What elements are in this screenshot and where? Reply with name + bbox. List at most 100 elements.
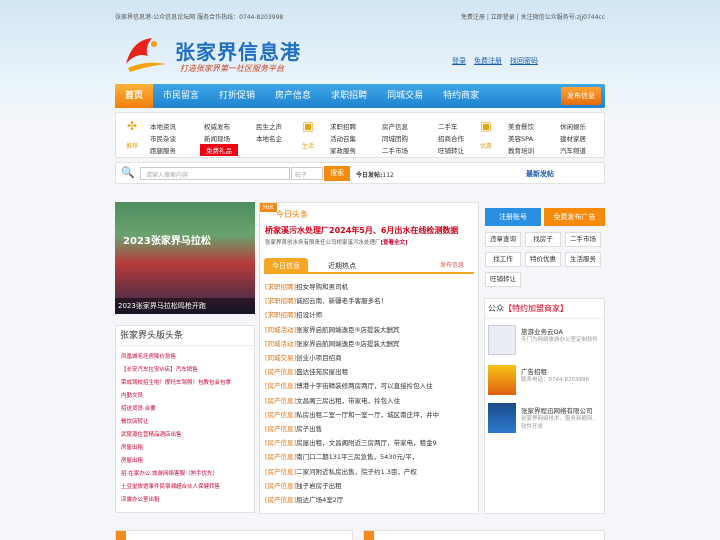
headline-link[interactable]: 房屋出租 [121, 443, 143, 451]
news-tag[interactable]: [房产信息] [265, 482, 296, 490]
quick-link[interactable]: 找工作 [485, 252, 521, 267]
news-text[interactable]: 私房出租二室一厅和一室一厅，城区南庄坪，井中 [296, 411, 439, 419]
cat-link[interactable]: 房产信息 [382, 121, 408, 131]
news-item[interactable]: [房产信息]私房出租二室一厅和一室一厅，城区南庄坪，井中 [265, 409, 439, 419]
cat-link[interactable]: 二手市场 [382, 145, 408, 155]
news-text[interactable]: 张家界启航网端逸臣⑤店提装大酬宾 [296, 340, 399, 348]
news-tag[interactable]: [房产信息] [265, 425, 296, 433]
news-text[interactable]: 诚招云南、新疆老手客服多名！ [296, 297, 387, 305]
news-item[interactable]: [房产信息]二家河附近私房出售，院子约1.3亩，产权 [265, 466, 417, 476]
nav-trading[interactable]: 同城交易 [377, 84, 433, 108]
cat-link[interactable]: 求职招聘 [330, 121, 356, 131]
cat-link[interactable]: 跑腿服务 [150, 145, 176, 155]
quick-link[interactable]: 找房子 [525, 232, 561, 247]
news-text[interactable]: 二家河附近私房出售，院子约1.3亩，产权 [296, 468, 417, 476]
news-text[interactable]: 招女导购和男司机 [296, 283, 348, 291]
news-item[interactable]: [同城活动]张家界启航网端逸臣⑤店提装大酬宾 [265, 324, 399, 334]
search-category-select[interactable]: 帖子 [291, 167, 323, 180]
read-more-link[interactable]: [查看全文] [381, 240, 408, 246]
news-text[interactable]: 南门口二期131平三房急售，5430元/平， [296, 453, 418, 461]
news-item[interactable]: [求职招聘]招女导购和男司机 [265, 281, 348, 291]
nav-real-estate[interactable]: 房产信息 [265, 84, 321, 108]
headline-link[interactable]: 餐饮店转让 [121, 417, 149, 425]
publish-button[interactable]: 发布信息 [561, 87, 601, 105]
news-text[interactable]: 盛达佳苑房屋出租 [296, 368, 348, 376]
company-ad-image[interactable] [488, 403, 516, 433]
login-link[interactable]: 登录 [452, 56, 466, 66]
news-text[interactable]: 文昌阁三房出租，带家电，拎包入住 [296, 397, 400, 405]
headline-link[interactable]: 凤凰城毛坯房降价急售 [121, 352, 176, 360]
quick-link[interactable]: 违章查询 [485, 232, 521, 247]
cat-link[interactable]: 家政服务 [330, 145, 356, 155]
news-text[interactable]: 张家界启航网端逸臣⑤店提装大酬宾 [296, 326, 399, 334]
new-posts-link[interactable]: 最新发帖 [526, 169, 554, 179]
cat-link[interactable]: 汽车频道 [560, 145, 586, 155]
headline-link[interactable]: 内勤文员 [121, 391, 143, 399]
nav-messages[interactable]: 市民留言 [153, 84, 209, 108]
tab-today[interactable]: 今日信息 [264, 258, 308, 274]
cat-link[interactable]: 本地名企 [256, 133, 282, 143]
headline-link[interactable]: 招送货员·合要 [121, 404, 156, 412]
news-item[interactable]: [房产信息]房子出售 [265, 423, 322, 433]
cat-link[interactable]: 建材家居 [560, 133, 586, 143]
news-item[interactable]: [求职招聘]招设计师 [265, 309, 322, 319]
tab-hot[interactable]: 近期热点 [320, 258, 364, 274]
cat-link[interactable]: 权威发布 [204, 121, 230, 131]
top-links[interactable]: 免费注册 | 立即登录 | 关注微信公众服务号:zjj0744cc [461, 12, 605, 24]
quick-link[interactable]: 特价优惠 [525, 252, 561, 267]
news-text[interactable]: 屈达广场4室2厅 [296, 496, 343, 504]
news-tag[interactable]: [求职招聘] [265, 311, 296, 319]
photo-caption[interactable]: 2023张家界马拉松鸣枪开跑 [115, 298, 255, 314]
register-account-button[interactable]: 注册账号 [485, 208, 541, 226]
news-text[interactable]: 房子出售 [296, 425, 322, 433]
cat-link[interactable]: 市民杂谈 [150, 133, 176, 143]
headline-link[interactable]: 招·在家办公·旅游网络客服（熟手优先） [121, 469, 218, 477]
news-item[interactable]: [同城活动]张家界启航网端逸臣⑤店提装大酬宾 [265, 338, 399, 348]
news-tag[interactable]: [求职招聘] [265, 283, 296, 291]
cat-link[interactable]: 休闲娱乐 [560, 121, 586, 131]
free-ad-button[interactable]: 免费发布广告 [544, 208, 605, 226]
headline-link[interactable]: 土豆堂旅馆事件民宿湘超合伙人保健转售 [121, 482, 220, 490]
news-tag[interactable]: [房产信息] [265, 439, 296, 447]
news-text[interactable]: 博港十字街精装修两房两厅，可以直接拎包入住 [296, 382, 433, 390]
top-headline[interactable]: 桥家溪污水处理厂2024年5月、6月出水在线检测数据 [265, 225, 458, 236]
news-text[interactable]: 招设计师 [296, 311, 322, 319]
news-item[interactable]: [求职招聘]诚招云南、新疆老手客服多名！ [265, 295, 387, 305]
news-item[interactable]: [房产信息]南门口二期131平三房急售，5430元/平， [265, 451, 418, 461]
ad-rent-image[interactable] [488, 365, 516, 395]
news-tag[interactable]: [房产信息] [265, 496, 296, 504]
quick-link[interactable]: 二手市场 [565, 232, 601, 247]
oa-ad-image[interactable] [488, 325, 516, 355]
headline-link[interactable]: 房屋出租 [121, 456, 143, 464]
ad-title[interactable]: 广告招租 [521, 366, 547, 376]
news-text[interactable]: 独子岩房子出租 [296, 482, 342, 490]
free-gift-link[interactable]: 免费礼品 [200, 144, 238, 156]
cat-link[interactable]: 美容SPA [508, 133, 533, 143]
tab-publish[interactable]: 发布信息 [432, 258, 472, 274]
news-tag[interactable]: [房产信息] [265, 368, 296, 376]
cat-link[interactable]: 旺铺转让 [438, 145, 464, 155]
marathon-photo[interactable]: 2023张家界马拉松 2023张家界马拉松鸣枪开跑 [115, 202, 255, 314]
news-item[interactable]: [房产信息]文昌阁三房出租，带家电，拎包入住 [265, 395, 400, 405]
news-text[interactable]: 创业小项目招商 [296, 354, 342, 362]
cat-link[interactable]: 美食餐饮 [508, 121, 534, 131]
cat-link[interactable]: 新闻现场 [204, 133, 230, 143]
cat-link[interactable]: 同城团购 [382, 133, 408, 143]
register-link[interactable]: 免费注册 [474, 56, 502, 66]
cat-link[interactable]: 二手车 [438, 121, 458, 131]
news-tag[interactable]: [房产信息] [265, 382, 296, 390]
news-tag[interactable]: [同城交易] [265, 354, 296, 362]
news-item[interactable]: [房产信息]房屋出租，文昌阁附近三房两厅，带家电，租金9 [265, 437, 437, 447]
news-tag[interactable]: [求职招聘] [265, 297, 296, 305]
headline-link[interactable]: 凉露办公室出租 [121, 495, 160, 503]
nav-promotions[interactable]: 打折促销 [209, 84, 265, 108]
news-tag[interactable]: [房产信息] [265, 468, 296, 476]
news-tag[interactable]: [同城活动] [265, 326, 296, 334]
cat-link[interactable]: 招商合作 [438, 133, 464, 143]
news-tag[interactable]: [房产信息] [265, 411, 296, 419]
news-tag[interactable]: [房产信息] [265, 397, 296, 405]
cat-link[interactable]: 教育培训 [508, 145, 534, 155]
search-button[interactable]: 搜索 [324, 166, 350, 181]
headline-link[interactable]: 【长安汽车拉安Vi店】汽车销售 [121, 365, 198, 373]
nav-jobs[interactable]: 求职招聘 [321, 84, 377, 108]
